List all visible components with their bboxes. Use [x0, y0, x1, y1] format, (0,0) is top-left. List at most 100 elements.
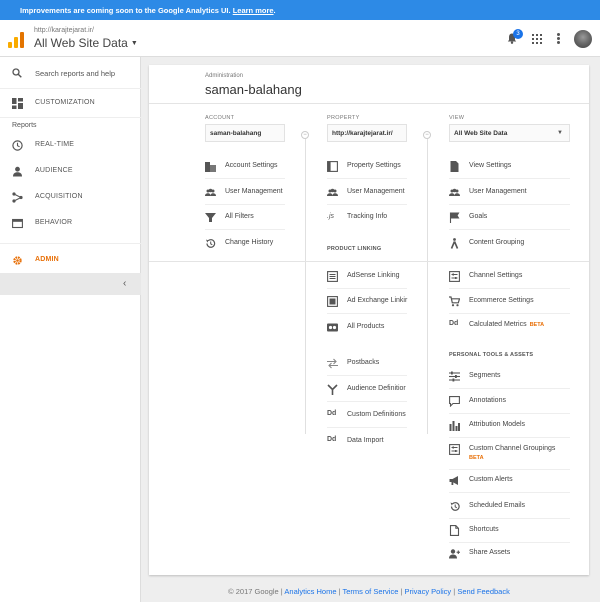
- sidebar-label-audience: AUDIENCE: [35, 167, 73, 174]
- property-selector[interactable]: http://karajtejarat.ir/: [327, 124, 407, 142]
- beta-badge: BETA: [529, 322, 545, 328]
- tracking-info-link[interactable]: .js Tracking Info: [327, 208, 407, 230]
- view-name: All Web Site Data: [34, 36, 128, 50]
- caret-down-icon: ▼: [130, 40, 138, 48]
- sidebar-item-audience[interactable]: AUDIENCE: [0, 158, 141, 184]
- analytics-home-link[interactable]: Analytics Home: [284, 587, 336, 596]
- scheduled-email-icon: [450, 502, 460, 511]
- property-icon: [327, 161, 338, 172]
- collapse-column-icon[interactable]: −: [301, 131, 309, 139]
- all-filters-link[interactable]: All Filters: [205, 208, 285, 230]
- apps-grid-icon[interactable]: [532, 34, 542, 44]
- content-grouping-link[interactable]: Content Grouping: [449, 234, 570, 256]
- segments-link[interactable]: Segments: [449, 367, 570, 389]
- postbacks-link[interactable]: Postbacks: [327, 354, 407, 376]
- sidebar-item-admin[interactable]: ADMIN: [0, 247, 141, 273]
- account-user-management-link[interactable]: User Management: [205, 183, 285, 205]
- audience-split-icon: [327, 384, 338, 395]
- custom-channel-groupings-link[interactable]: Custom Channel Groupings BETA: [449, 440, 570, 470]
- account-settings-link[interactable]: Account Settings: [205, 157, 285, 179]
- property-header: PROPERTY: [327, 115, 360, 121]
- footer: © 2017 Google | Analytics Home | Terms o…: [228, 587, 510, 596]
- flag-icon: [449, 212, 460, 223]
- channel-settings-link[interactable]: Channel Settings: [449, 267, 570, 289]
- ad-exchange-icon: [327, 296, 338, 307]
- custom-definitions-link[interactable]: Dd Custom Definitions: [327, 406, 407, 428]
- property-selected: http://karajtejarat.ir/: [332, 130, 393, 137]
- adsense-linking-link[interactable]: AdSense Linking: [327, 267, 407, 289]
- view-selector[interactable]: All Web Site Data ▼: [34, 36, 138, 50]
- terms-of-service-link[interactable]: Terms of Service: [343, 587, 399, 596]
- change-history-link[interactable]: Change History: [205, 234, 285, 256]
- sidebar-item-acquisition[interactable]: ACQUISITION: [0, 184, 141, 210]
- products-icon: [327, 323, 338, 332]
- top-bar: http://karajtejarat.ir/ All Web Site Dat…: [0, 20, 600, 57]
- audience-definitions-link[interactable]: Audience Definitior: [327, 380, 407, 402]
- page-title: saman-balahang: [205, 82, 302, 97]
- ad-exchange-linking-link[interactable]: Ad Exchange Linkir: [327, 292, 407, 314]
- share-assets-link[interactable]: Share Assets: [449, 544, 570, 566]
- sidebar: Search reports and help CUSTOMIZATION Re…: [0, 57, 141, 602]
- channel-grouping-icon: [449, 444, 460, 455]
- chevron-left-icon: ‹: [123, 278, 127, 289]
- calculated-metrics-link[interactable]: Dd Calculated Metrics BETA: [449, 316, 570, 338]
- collapse-sidebar-button[interactable]: ‹: [0, 273, 141, 295]
- shortcuts-link[interactable]: Shortcuts: [449, 521, 570, 543]
- dd-icon: Dd: [449, 320, 459, 327]
- ecommerce-settings-link[interactable]: Ecommerce Settings: [449, 292, 570, 314]
- column-divider: [305, 131, 306, 434]
- postbacks-icon: [327, 358, 338, 369]
- divider: [0, 243, 141, 244]
- sidebar-label-admin: ADMIN: [35, 256, 59, 263]
- learn-more-link[interactable]: Learn more: [233, 6, 274, 15]
- account-header: ACCOUNT: [205, 115, 235, 121]
- all-products-link[interactable]: All Products: [327, 318, 407, 340]
- account-selected: saman-balahang: [210, 130, 262, 137]
- behavior-icon: [12, 218, 23, 229]
- caret-down-icon: ▼: [557, 130, 563, 136]
- account-selector[interactable]: saman-balahang: [205, 124, 285, 142]
- sidebar-item-customization[interactable]: CUSTOMIZATION: [0, 90, 141, 116]
- sidebar-item-behavior[interactable]: BEHAVIOR: [0, 210, 141, 236]
- building-icon: [205, 162, 216, 172]
- view-user-management-link[interactable]: User Management: [449, 183, 570, 205]
- goals-link[interactable]: Goals: [449, 208, 570, 230]
- dashboard-icon: [12, 98, 23, 109]
- analytics-logo-icon[interactable]: [8, 32, 24, 48]
- search-placeholder: Search reports and help: [35, 69, 116, 78]
- shortcut-icon: [449, 525, 460, 536]
- more-options-icon[interactable]: [557, 33, 560, 44]
- search-reports[interactable]: Search reports and help: [0, 57, 141, 89]
- people-icon: [327, 188, 338, 196]
- document-icon: [450, 161, 459, 172]
- admin-label: Administration: [205, 73, 244, 79]
- sidebar-item-realtime[interactable]: REAL-TIME: [0, 132, 141, 158]
- add-person-icon: [449, 549, 460, 559]
- send-feedback-link[interactable]: Send Feedback: [457, 587, 510, 596]
- view-selector-dropdown[interactable]: All Web Site Data ▼: [449, 124, 570, 142]
- product-linking-header: PRODUCT LINKING: [327, 246, 382, 252]
- personal-tools-header: PERSONAL TOOLS & ASSETS: [449, 352, 534, 358]
- adsense-icon: [327, 271, 338, 282]
- dd-icon: Dd: [327, 410, 337, 417]
- attribution-models-link[interactable]: Attribution Models: [449, 416, 570, 438]
- divider: [0, 117, 141, 118]
- property-settings-link[interactable]: Property Settings: [327, 157, 407, 179]
- property-user-management-link[interactable]: User Management: [327, 183, 407, 205]
- notification-badge: 3: [513, 29, 523, 39]
- custom-alerts-link[interactable]: Custom Alerts: [449, 471, 570, 493]
- view-settings-link[interactable]: View Settings: [449, 157, 570, 179]
- dd-icon: Dd: [327, 436, 337, 443]
- collapse-column-icon[interactable]: −: [423, 131, 431, 139]
- reports-label: Reports: [12, 122, 37, 129]
- privacy-policy-link[interactable]: Privacy Policy: [405, 587, 452, 596]
- gear-icon: [13, 256, 22, 265]
- annotations-link[interactable]: Annotations: [449, 392, 570, 414]
- people-icon: [449, 188, 460, 196]
- comment-icon: [449, 396, 460, 407]
- scheduled-emails-link[interactable]: Scheduled Emails: [449, 497, 570, 519]
- sidebar-label-acquisition: ACQUISITION: [35, 193, 83, 200]
- avatar[interactable]: [574, 30, 592, 48]
- data-import-link[interactable]: Dd Data Import: [327, 432, 407, 454]
- people-icon: [205, 188, 216, 196]
